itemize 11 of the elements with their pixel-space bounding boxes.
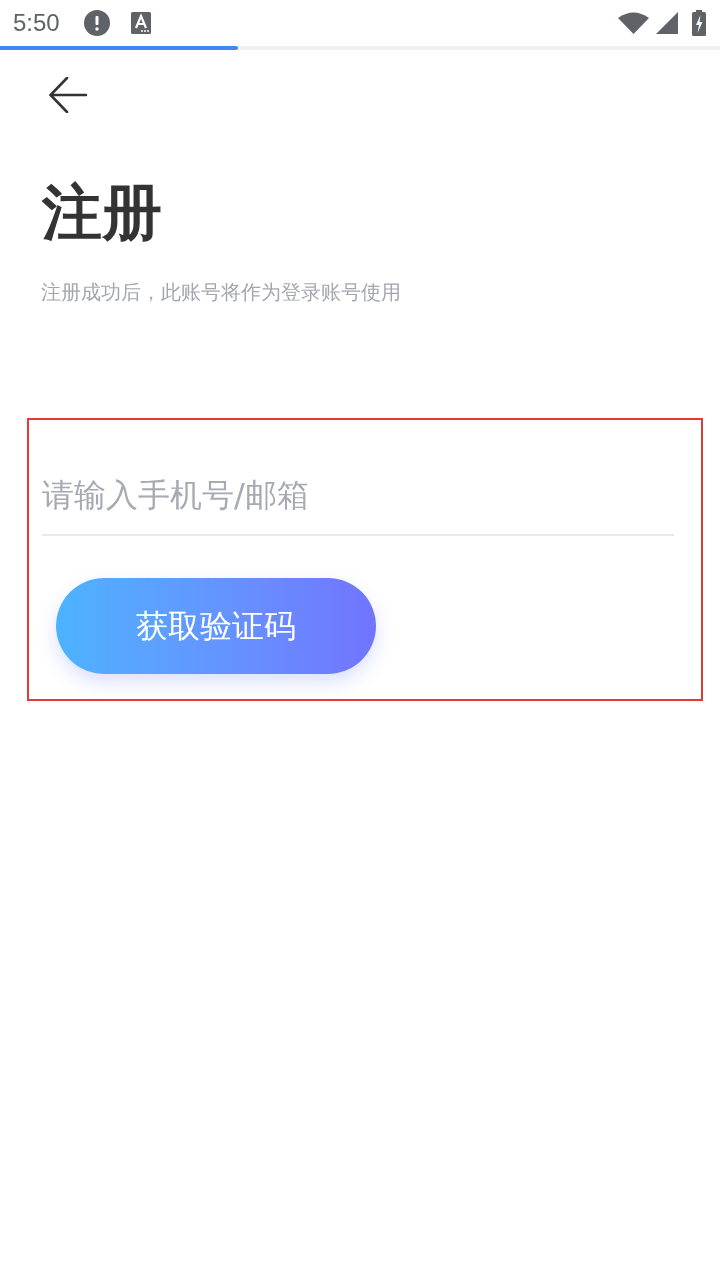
get-code-button[interactable]: 获取验证码 xyxy=(56,578,376,674)
account-input[interactable]: 请输入手机号/邮箱 xyxy=(42,456,674,536)
text-tile-icon xyxy=(130,12,151,34)
signal-icon xyxy=(656,12,678,34)
battery-charging-icon xyxy=(692,10,706,36)
wifi-icon xyxy=(618,12,649,34)
alert-icon xyxy=(83,10,110,36)
status-time: 5:50 xyxy=(13,11,60,35)
back-icon xyxy=(49,77,87,113)
subtitle-text: 注册成功后，此账号将作为登录账号使用 xyxy=(41,279,401,305)
page-title: 注册 xyxy=(42,179,162,245)
